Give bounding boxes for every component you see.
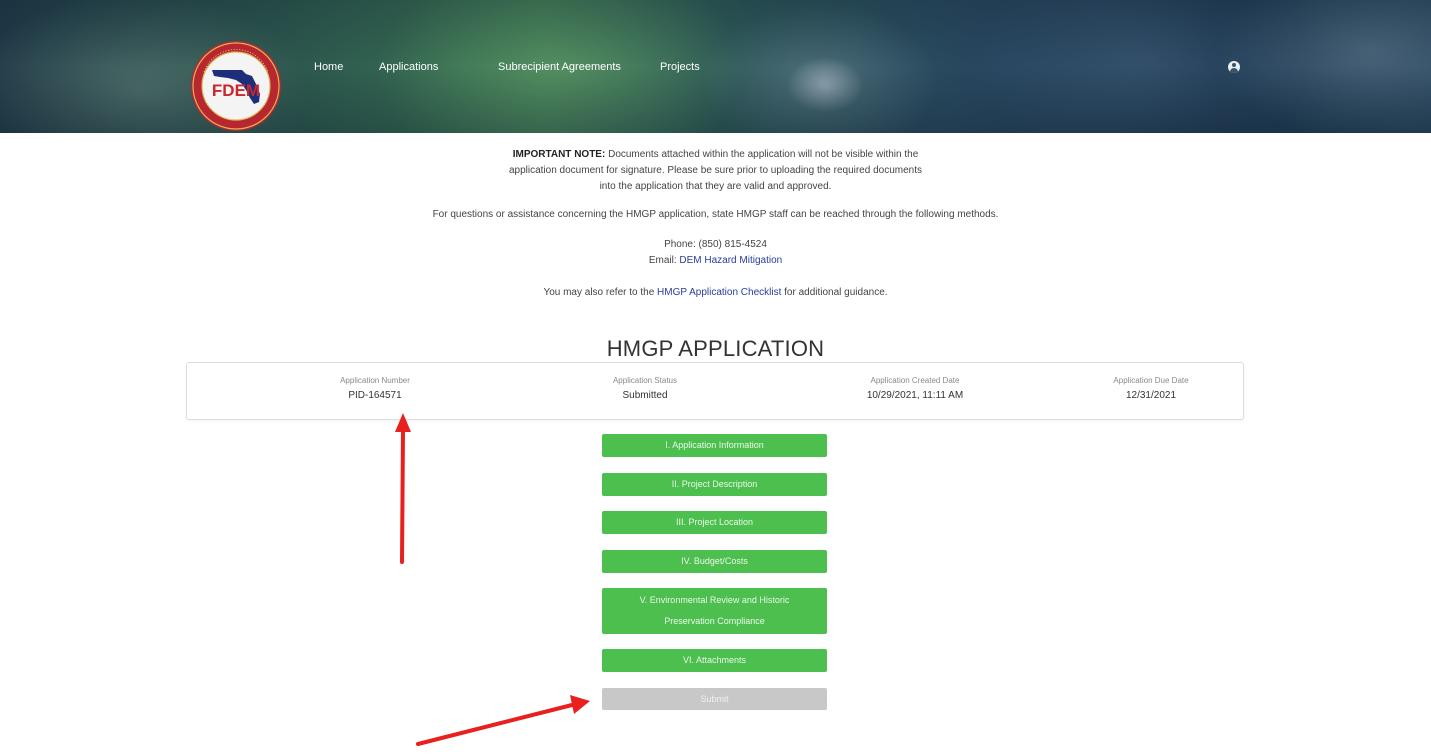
application-status: Application Status Submitted [515, 375, 775, 404]
submit-button[interactable]: Submit [602, 688, 827, 710]
section-label-line1: V. Environmental Review and Historic [639, 595, 790, 605]
application-due-date: Application Due Date 12/31/2021 [1021, 375, 1281, 404]
section-project-description-button[interactable]: II. Project Description [602, 473, 827, 496]
arrow-up-icon [395, 413, 411, 564]
important-note: IMPORTANT NOTE: Documents attached withi… [0, 147, 1431, 195]
refer-suffix: for additional guidance. [781, 287, 888, 298]
section-attachments-button[interactable]: VI. Attachments [602, 649, 827, 672]
checklist-link[interactable]: HMGP Application Checklist [657, 287, 781, 298]
important-note-line1: Documents attached within the applicatio… [605, 149, 919, 160]
application-info-card: Application Number PID-164571 Applicatio… [186, 362, 1244, 420]
section-budget-costs-button[interactable]: IV. Budget/Costs [602, 550, 827, 573]
user-avatar-icon[interactable] [1228, 61, 1240, 73]
section-label-line2: Preservation Compliance [664, 616, 765, 626]
important-note-line2: application document for signature. Plea… [508, 165, 923, 176]
questions-text: For questions or assistance concerning t… [432, 209, 999, 220]
info-value: Submitted [622, 390, 668, 401]
info-value: 12/31/2021 [1125, 390, 1177, 401]
refer-prefix: You may also refer to the [543, 287, 658, 298]
section-project-location-button[interactable]: III. Project Location [602, 511, 827, 534]
email-label: Email: [648, 255, 680, 266]
page-title: HMGP APPLICATION [606, 336, 825, 361]
header-banner: FDEM Home Applications Subrecipient Agre… [0, 0, 1431, 133]
info-label: Application Due Date [1113, 376, 1189, 385]
info-label: Application Status [612, 376, 678, 385]
checklist-note: You may also refer to the HMGP Applicati… [0, 285, 1431, 301]
email-link[interactable]: DEM Hazard Mitigation [679, 255, 782, 266]
arrow-submit-icon [416, 695, 590, 746]
svg-text:FDEM: FDEM [212, 81, 260, 100]
info-value: PID-164571 [348, 390, 402, 401]
important-note-line3: into the application that they are valid… [599, 181, 832, 192]
section-application-information-button[interactable]: I. Application Information [602, 434, 827, 457]
nav-subrecipient-agreements[interactable]: Subrecipient Agreements [498, 61, 621, 73]
info-value: 10/29/2021, 11:11 AM [866, 390, 964, 401]
contact-info: Phone: (850) 815-4524 Email: DEM Hazard … [0, 237, 1431, 269]
info-label: Application Number [340, 376, 410, 385]
nav-applications[interactable]: Applications [379, 61, 438, 73]
info-label: Application Created Date [870, 376, 960, 385]
phone-text: Phone: (850) 815-4524 [664, 239, 767, 250]
application-created-date: Application Created Date 10/29/2021, 11:… [785, 375, 1045, 404]
nav-projects[interactable]: Projects [660, 61, 700, 73]
application-number: Application Number PID-164571 [245, 375, 505, 404]
section-environmental-review-button[interactable]: V. Environmental Review and Historic Pre… [602, 588, 827, 634]
fdem-logo[interactable]: FDEM [190, 40, 282, 132]
nav-home[interactable]: Home [314, 61, 343, 73]
important-label: IMPORTANT NOTE: [512, 149, 606, 160]
